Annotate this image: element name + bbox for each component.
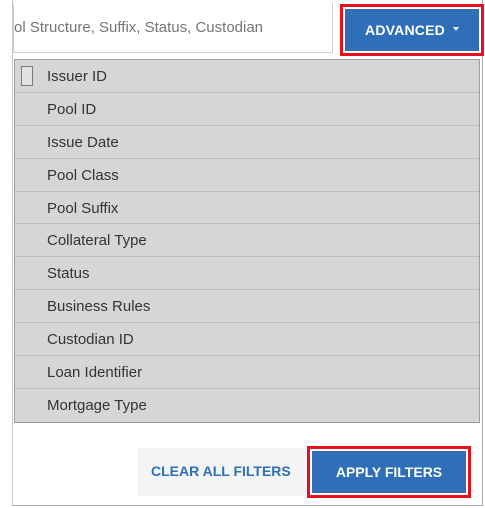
filter-option-label: Pool ID xyxy=(47,100,97,118)
filter-option-label: Pool Class xyxy=(47,166,119,184)
filter-option-label: Mortgage Type xyxy=(47,396,147,414)
filter-option-pool-id[interactable]: Pool ID xyxy=(15,92,479,126)
filter-option-label: Pool Suffix xyxy=(47,199,119,217)
filter-option-collateral-type[interactable]: Collateral Type xyxy=(15,224,479,258)
advanced-button-label: ADVANCED xyxy=(365,22,445,38)
filter-option-label: Status xyxy=(47,265,90,283)
caret-down-icon xyxy=(452,27,459,32)
apply-filters-button[interactable]: APPLY FILTERS xyxy=(312,451,466,493)
search-input-text: ol Structure, Suffix, Status, Custodian xyxy=(14,19,264,36)
filter-option-pool-suffix[interactable]: Pool Suffix xyxy=(15,191,479,225)
filter-option-loan-identifier[interactable]: Loan Identifier xyxy=(15,356,479,389)
checkbox[interactable] xyxy=(21,66,33,86)
advanced-button[interactable]: ADVANCED xyxy=(345,9,479,51)
advanced-filter-dropdown: Issuer ID Pool ID Issue Date Pool Class … xyxy=(14,59,480,423)
search-input[interactable]: ol Structure, Suffix, Status, Custodian xyxy=(13,3,333,53)
filter-option-label: Collateral Type xyxy=(47,232,147,250)
filter-option-custodian-id[interactable]: Custodian ID xyxy=(15,323,479,357)
apply-filters-button-label: APPLY FILTERS xyxy=(335,464,443,480)
filter-option-business-rules[interactable]: Business Rules xyxy=(15,290,479,324)
filter-option-pool-class[interactable]: Pool Class xyxy=(15,158,479,192)
filter-option-mortgage-type[interactable]: Mortgage Type xyxy=(15,388,479,422)
filter-option-label: Custodian ID xyxy=(47,331,134,349)
filter-option-label: Business Rules xyxy=(47,298,151,316)
filter-option-label: Issue Date xyxy=(47,133,119,151)
filter-option-status[interactable]: Status xyxy=(15,257,479,291)
filter-option-issue-date[interactable]: Issue Date xyxy=(15,125,479,159)
filter-option-label: Loan Identifier xyxy=(47,364,143,382)
filter-option-label: Issuer ID xyxy=(47,68,108,85)
filter-option-issuer-id[interactable]: Issuer ID xyxy=(15,60,479,93)
clear-all-filters-link[interactable]: CLEAR ALL FILTERS xyxy=(151,462,291,480)
